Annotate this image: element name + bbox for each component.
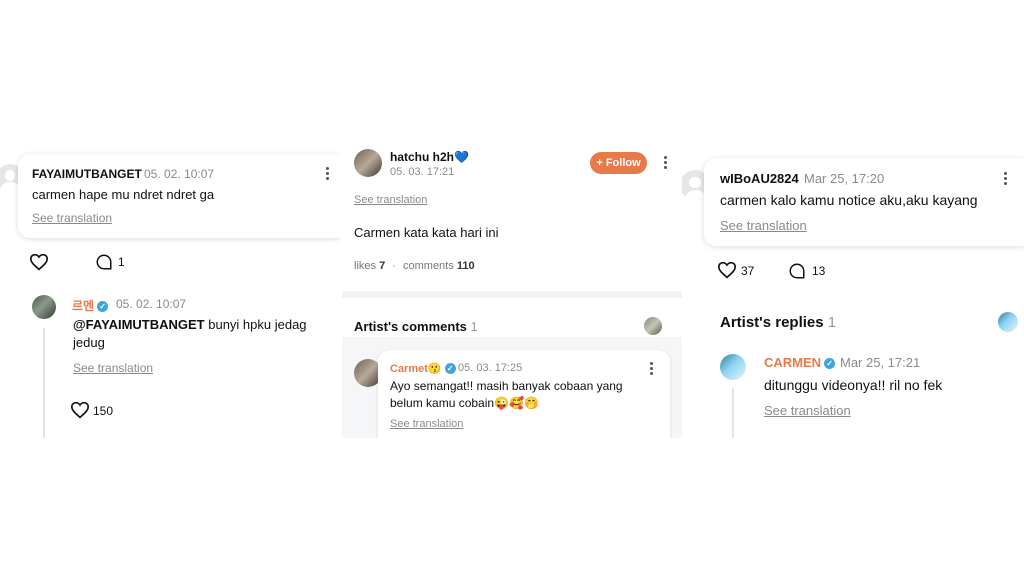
more-options-icon[interactable] xyxy=(650,362,654,377)
artist-comments-header: Artist's comments 1 xyxy=(354,319,478,334)
comment-date: Mar 25, 17:20 xyxy=(804,171,885,186)
artist-avatar[interactable] xyxy=(998,312,1018,332)
artist-avatar[interactable] xyxy=(644,317,662,335)
artist-replies-header: Artist's replies 1 xyxy=(720,314,837,331)
heart-icon[interactable] xyxy=(29,253,49,271)
see-translation-link[interactable]: See translation xyxy=(73,361,153,375)
more-options-icon[interactable] xyxy=(1004,172,1008,187)
post-text: Carmen kata kata hari ini xyxy=(354,225,499,240)
heart-icon[interactable] xyxy=(717,261,737,279)
comment-text: carmen kalo kamu notice aku,aku kayang xyxy=(720,192,978,208)
section-divider xyxy=(342,291,682,298)
reply-count: 13 xyxy=(812,264,826,278)
heart-icon[interactable] xyxy=(70,401,90,419)
reply-count: 1 xyxy=(118,255,125,269)
see-translation-link[interactable]: See translation xyxy=(764,403,851,418)
like-count: 150 xyxy=(93,404,114,418)
comment-icon[interactable] xyxy=(788,262,806,280)
reply-username[interactable]: 르멘 ✓ xyxy=(72,297,109,314)
avatar[interactable] xyxy=(354,149,382,177)
post-panel-center: hatchu h2h💙 05. 03. 17:21 + Follow See t… xyxy=(342,130,682,438)
comment-username[interactable]: FAYAIMUTBANGET xyxy=(32,167,142,181)
see-translation-link[interactable]: See translation xyxy=(354,194,427,206)
artist-username[interactable]: Carmet😗 ✓ xyxy=(390,362,456,375)
see-translation-link[interactable]: See translation xyxy=(32,211,112,225)
verified-icon: ✓ xyxy=(444,363,456,374)
verified-icon: ✓ xyxy=(824,358,836,369)
thread-line xyxy=(732,388,734,438)
more-options-icon[interactable] xyxy=(664,156,668,171)
comment-icon[interactable] xyxy=(95,253,113,271)
comment-text: carmen hape mu ndret ndret ga xyxy=(32,187,215,202)
post-username[interactable]: hatchu h2h💙 xyxy=(390,150,469,164)
comment-username[interactable]: wIBoAU2824 xyxy=(720,171,799,186)
reply-date: Mar 25, 17:21 xyxy=(840,355,921,370)
post-stats: likes 7 · comments 110 xyxy=(354,260,475,272)
comment-date: 05. 02. 10:07 xyxy=(144,167,215,181)
reply-text: ditunggu videonya!! ril no fek xyxy=(764,377,943,393)
artist-comment-bubble: Carmet😗 ✓ 05. 03. 17:25 Ayo semangat!! ma… xyxy=(378,350,670,438)
artist-comment-date: 05. 03. 17:25 xyxy=(458,362,523,374)
see-translation-link[interactable]: See translation xyxy=(390,418,463,430)
comment-bubble: wIBoAU2824 Mar 25, 17:20 carmen kalo kam… xyxy=(704,158,1024,246)
like-count: 37 xyxy=(741,264,755,278)
reply-text: @FAYAIMUTBANGET bunyi hpku jedag xyxy=(73,317,307,332)
mention-link[interactable]: @FAYAIMUTBANGET xyxy=(73,317,205,332)
reply-date: 05. 02. 10:07 xyxy=(116,297,187,311)
comment-bubble: FAYAIMUTBANGET 05. 02. 10:07 carmen hape… xyxy=(18,154,340,238)
post-date: 05. 03. 17:21 xyxy=(390,166,455,178)
avatar[interactable] xyxy=(32,295,56,319)
see-translation-link[interactable]: See translation xyxy=(720,218,807,233)
artist-comment-text: Ayo semangat!! masih banyak cobaan yang xyxy=(390,379,623,393)
thread-line xyxy=(43,328,45,438)
artist-comment-text-line2: belum kamu cobain😜🥰🤭 xyxy=(390,396,539,410)
comment-panel-left: FAYAIMUTBANGET 05. 02. 10:07 carmen hape… xyxy=(0,128,340,438)
more-options-icon[interactable] xyxy=(326,167,330,182)
verified-icon: ✓ xyxy=(97,301,109,312)
reply-text-line2: jedug xyxy=(73,335,105,350)
follow-button[interactable]: + Follow xyxy=(590,152,647,174)
avatar[interactable] xyxy=(720,354,746,380)
comment-panel-right: wIBoAU2824 Mar 25, 17:20 carmen kalo kam… xyxy=(682,138,1024,438)
reply-username[interactable]: CARMEN ✓ xyxy=(764,355,836,370)
